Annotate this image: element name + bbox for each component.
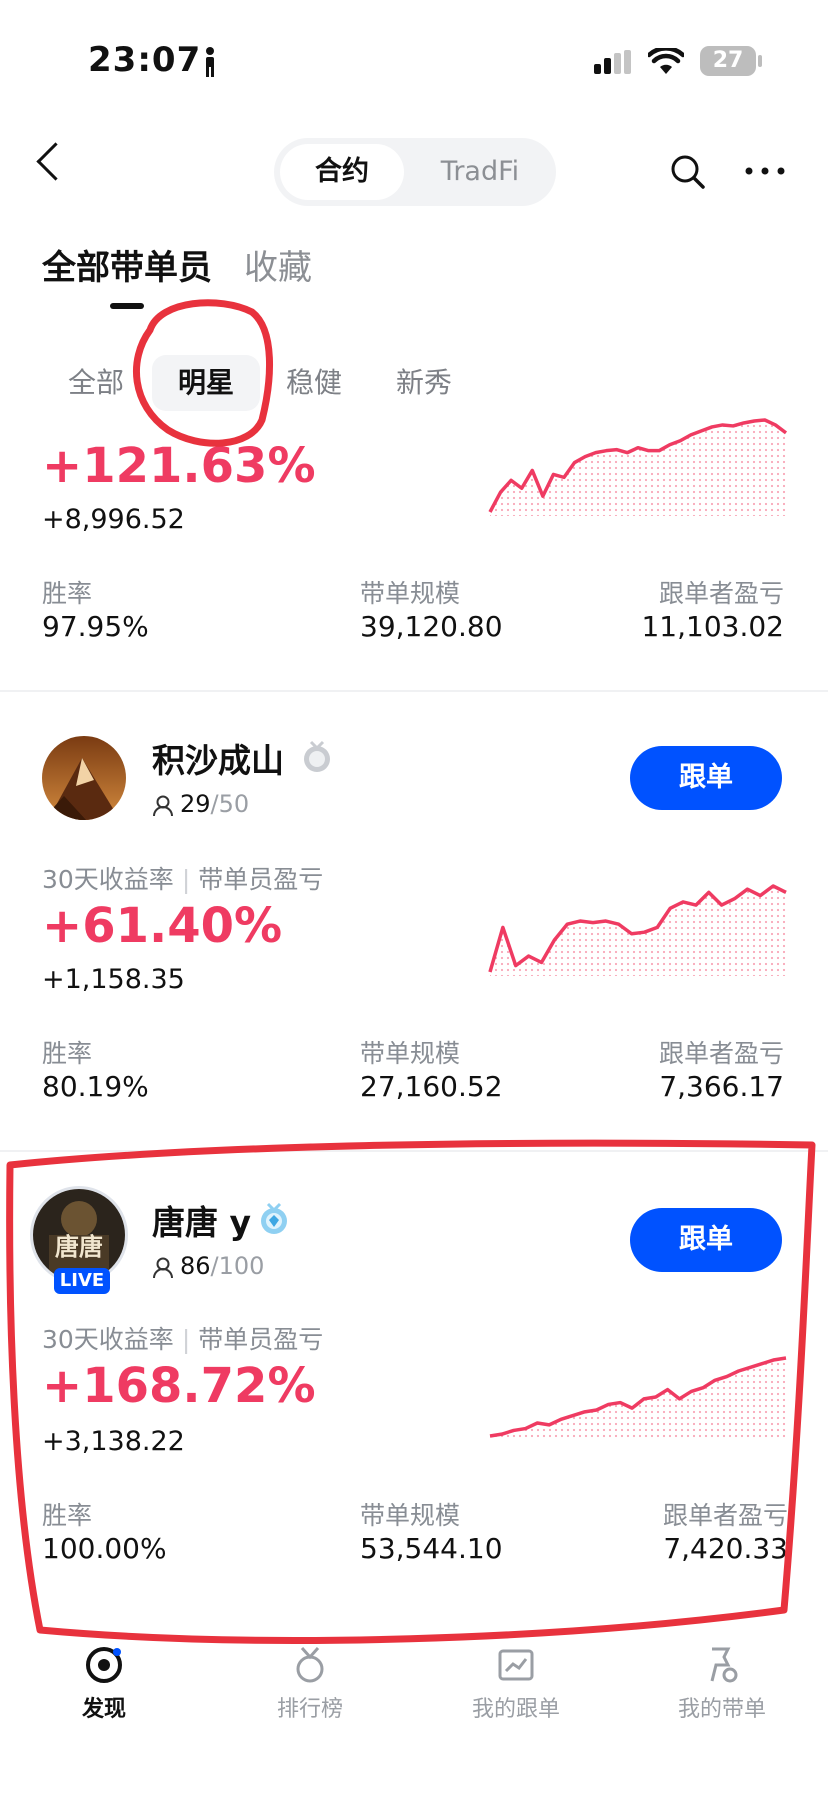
leader-pnl-label: 带单员盈亏 [198,865,324,894]
chip-star[interactable]: 明星 [152,355,261,411]
follow-button[interactable]: 跟单 [630,746,782,810]
roi-sparkline [488,418,788,516]
diamond-medal-icon [261,1202,287,1234]
copier-pnl-label: 跟单者盈亏 [662,1501,788,1530]
live-badge: LIVE [54,1268,110,1294]
nav-my-copy-label: 我的跟单 [471,1697,560,1722]
win-rate-label: 胜率 [42,1501,93,1530]
leader-pnl: +3,138.22 [42,1426,185,1457]
medal-icon [296,1647,324,1683]
avatar-text: 唐唐 [55,1232,103,1261]
user-icon [153,795,173,817]
leader-pnl-label: 带单员盈亏 [198,1325,324,1354]
copier-pnl-label: 跟单者盈亏 [658,1039,784,1068]
follower-max: /100 [210,1252,265,1280]
nav-ranking-label: 排行榜 [276,1697,343,1722]
roi-value: +61.40% [42,898,283,954]
sparkline-area [490,886,786,976]
aum-value: 27,160.52 [360,1070,503,1103]
nav-discover-label: 发现 [81,1697,126,1722]
user-icon [153,1257,173,1279]
search-icon[interactable] [670,154,706,190]
follower-current: 29 [180,790,211,818]
roi-sparkline [489,1356,787,1440]
roi-sparkline [488,884,787,976]
follow-button[interactable]: 跟单 [630,1208,782,1272]
follower-count: 86/100 [180,1252,264,1280]
segment-tradfi[interactable]: TradFi [410,144,550,200]
nav-ranking[interactable]: 排行榜 [240,1645,380,1723]
nav-my-copy[interactable]: 我的跟单 [446,1645,586,1723]
battery-tip [758,55,762,67]
silver-medal-icon [304,740,330,772]
flag-icon [710,1647,738,1683]
tab-indicator [110,303,144,309]
tab-favorites[interactable]: 收藏 [244,240,312,289]
wifi-icon [648,48,684,74]
copier-pnl-label: 跟单者盈亏 [658,579,784,608]
chart-icon [498,1649,534,1681]
follower-current: 86 [180,1252,211,1280]
copier-pnl-value: 11,103.02 [641,610,784,643]
card-divider [0,1150,828,1152]
roi-value: +168.72% [42,1358,316,1414]
period-roi-label: 30天收益率 [42,1325,174,1354]
chip-stable[interactable]: 稳健 [286,355,342,411]
tab-all-leads[interactable]: 全部带单员 [42,240,212,289]
roi-value: +121.63% [42,438,316,494]
label-separator: | [181,865,191,894]
chip-all[interactable]: 全部 [68,355,124,411]
copier-pnl-value: 7,420.33 [663,1532,788,1565]
sparkline-area [490,420,786,516]
follower-max: /50 [210,790,250,818]
nav-my-lead-label: 我的带单 [677,1697,766,1722]
period-label: 30天收益率 | 带单员盈亏 [42,860,323,896]
win-rate-label: 胜率 [42,1039,93,1068]
aum-value: 39,120.80 [360,610,503,643]
trader-name[interactable]: 唐唐 y [152,1196,251,1244]
nav-my-lead[interactable]: 我的带单 [652,1645,792,1723]
segment-contract[interactable]: 合约 [280,144,404,200]
battery-indicator: 27 [700,46,756,76]
trader-name[interactable]: 积沙成山 [152,734,284,782]
win-rate-value: 100.00% [42,1532,167,1565]
win-rate-value: 97.95% [42,610,149,643]
copier-pnl-value: 7,366.17 [659,1070,784,1103]
chip-new[interactable]: 新秀 [396,355,452,411]
period-label: 30天收益率 | 带单员盈亏 [42,1320,323,1356]
more-icon[interactable] [744,166,786,176]
win-rate-label: 胜率 [42,579,93,608]
cellular-signal-icon [594,50,631,74]
aum-value: 53,544.10 [360,1532,503,1565]
avatar[interactable] [42,736,126,820]
aum-label: 带单规模 [360,1039,461,1068]
leader-pnl: +8,996.52 [42,504,185,535]
person-icon [206,47,214,77]
label-separator: | [181,1325,191,1354]
aum-label: 带单规模 [360,1501,461,1530]
discover-icon [86,1647,122,1683]
aum-label: 带单规模 [360,579,461,608]
nav-discover[interactable]: 发现 [34,1645,174,1723]
period-roi-label: 30天收益率 [42,865,174,894]
status-time: 23:07 [88,40,202,80]
card-divider [0,690,828,692]
follower-count: 29/50 [180,790,249,818]
back-icon[interactable] [36,142,75,181]
win-rate-value: 80.19% [42,1070,149,1103]
leader-pnl: +1,158.35 [42,964,185,995]
